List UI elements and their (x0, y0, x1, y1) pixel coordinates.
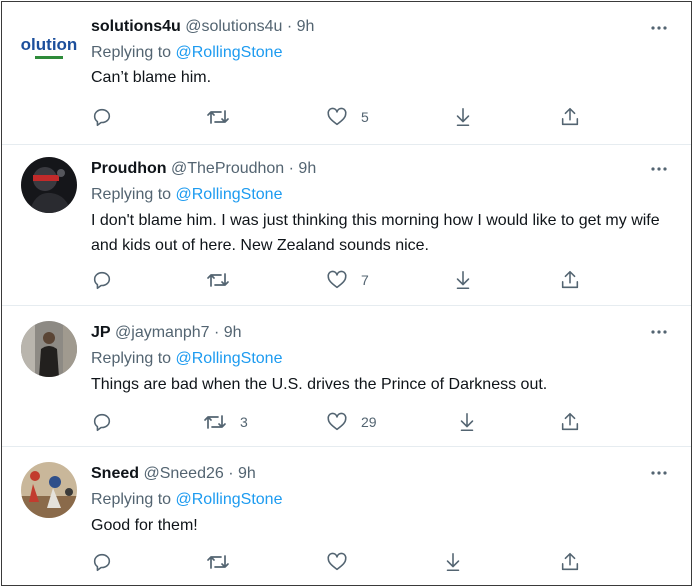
tweet-header: Proudhon @TheProudhon · 9h (91, 159, 316, 179)
more-options-icon[interactable] (649, 159, 669, 179)
replying-to: Replying to @RollingStone (91, 349, 282, 369)
replying-to: Replying to @RollingStone (91, 185, 282, 205)
reply-icon (93, 553, 111, 572)
tweet[interactable]: Sneed @Sneed26 · 9h Replying to @Rolling… (2, 447, 691, 585)
tweet[interactable]: JP @jaymanph7 · 9h Replying to @RollingS… (2, 306, 691, 447)
timestamp[interactable]: · 9h (228, 465, 256, 482)
heart-icon (327, 107, 347, 126)
user-handle[interactable]: @Sneed26 (143, 465, 223, 482)
retweet-button[interactable]: 3 (203, 411, 248, 433)
action-bar: 7 (91, 269, 591, 291)
reply-thread: solutions solutions4u @solutions4u · 9h … (1, 1, 692, 586)
reply-button[interactable] (91, 269, 113, 291)
bookmark-button[interactable] (452, 106, 474, 128)
heart-icon (327, 270, 347, 289)
display-name[interactable]: solutions4u (91, 18, 181, 35)
display-name[interactable]: Proudhon (91, 160, 167, 177)
retweet-button[interactable] (206, 106, 243, 128)
tweet-text: Good for them! (91, 517, 198, 534)
share-button[interactable] (559, 411, 581, 433)
user-handle[interactable]: @TheProudhon (171, 160, 284, 177)
mention-link[interactable]: @RollingStone (176, 491, 283, 508)
share-icon (561, 552, 579, 571)
retweet-icon (204, 415, 226, 429)
timestamp[interactable]: · 9h (287, 18, 315, 35)
tweet-header: solutions4u @solutions4u · 9h (91, 17, 314, 37)
download-icon (446, 552, 460, 572)
mention-link[interactable]: @RollingStone (176, 350, 283, 367)
retweet-icon (207, 555, 229, 569)
retweet-icon (207, 110, 229, 124)
tweet-header: JP @jaymanph7 · 9h (91, 323, 242, 343)
display-name[interactable]: JP (91, 324, 111, 341)
like-button[interactable]: 7 (326, 269, 369, 291)
mention-link[interactable]: @RollingStone (176, 186, 283, 203)
bookmark-button[interactable] (456, 411, 478, 433)
more-options-icon[interactable] (649, 463, 669, 483)
user-handle[interactable]: @solutions4u (185, 18, 282, 35)
avatar[interactable] (21, 321, 77, 377)
retweet-icon (207, 273, 229, 287)
retweet-button[interactable] (206, 269, 243, 291)
heart-icon (327, 552, 347, 571)
avatar[interactable] (21, 462, 77, 518)
user-handle[interactable]: @jaymanph7 (115, 324, 210, 341)
reply-button[interactable] (91, 411, 113, 433)
share-icon (561, 107, 579, 126)
replying-to: Replying to @RollingStone (91, 490, 282, 510)
download-icon (456, 270, 470, 290)
replying-label: Replying to (91, 186, 176, 203)
reply-button[interactable] (91, 106, 113, 128)
action-bar: 5 (91, 106, 591, 128)
avatar[interactable]: solutions (21, 17, 77, 73)
share-icon (561, 412, 579, 431)
tweet-header: Sneed @Sneed26 · 9h (91, 464, 256, 484)
share-button[interactable] (559, 551, 581, 573)
tweet-text: I don't blame him. I was just thinking t… (91, 212, 660, 254)
replying-label: Replying to (91, 350, 176, 367)
more-options-icon[interactable] (649, 18, 669, 38)
bookmark-button[interactable] (442, 551, 464, 573)
download-icon (460, 412, 474, 432)
timestamp[interactable]: · 9h (214, 324, 242, 341)
tweet-text: Can’t blame him. (91, 69, 212, 86)
replying-label: Replying to (91, 491, 176, 508)
reply-button[interactable] (91, 551, 113, 573)
timestamp[interactable]: · 9h (289, 160, 317, 177)
share-icon (561, 270, 579, 289)
avatar[interactable] (21, 157, 77, 213)
share-button[interactable] (559, 269, 581, 291)
bookmark-button[interactable] (452, 269, 474, 291)
like-button[interactable]: 29 (326, 411, 377, 433)
mention-link[interactable]: @RollingStone (176, 44, 283, 61)
like-button[interactable] (326, 551, 361, 573)
like-button[interactable]: 5 (326, 106, 369, 128)
heart-icon (327, 412, 347, 431)
reply-icon (93, 108, 111, 127)
replying-label: Replying to (91, 44, 176, 61)
reply-icon (93, 413, 111, 432)
like-count: 5 (361, 109, 369, 125)
action-bar: 3 29 (91, 411, 591, 433)
retweet-count: 3 (240, 414, 248, 430)
tweet-text: Things are bad when the U.S. drives the … (91, 376, 548, 393)
action-bar (91, 551, 591, 573)
tweet[interactable]: solutions solutions4u @solutions4u · 9h … (2, 2, 691, 145)
tweet[interactable]: Proudhon @TheProudhon · 9h Replying to @… (2, 145, 691, 306)
reply-icon (93, 271, 111, 290)
display-name[interactable]: Sneed (91, 465, 139, 482)
like-count: 7 (361, 272, 369, 288)
download-icon (456, 107, 470, 127)
like-count: 29 (361, 414, 377, 430)
replying-to: Replying to @RollingStone (91, 43, 282, 63)
more-options-icon[interactable] (649, 322, 669, 342)
retweet-button[interactable] (206, 551, 243, 573)
share-button[interactable] (559, 106, 581, 128)
logo-text: solutions (21, 35, 77, 54)
